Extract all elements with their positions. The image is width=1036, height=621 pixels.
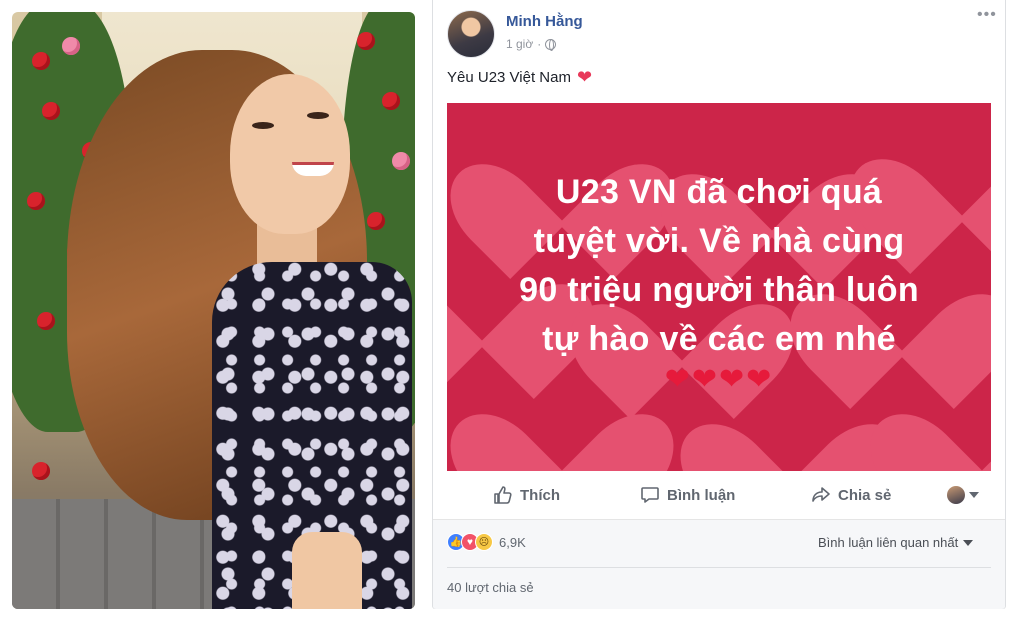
- post-message: Yêu U23 Việt Nam ❤: [447, 68, 592, 86]
- caret-down-icon: [969, 492, 979, 498]
- post-meta: 1 giờ ·: [506, 37, 557, 51]
- background-text-line: tự hào về các em nhé: [542, 320, 896, 358]
- like-button[interactable]: Thích: [493, 485, 560, 505]
- photo-rose: [392, 152, 410, 170]
- photo-rose: [367, 212, 385, 230]
- hearts-emoji-row: ❤❤❤❤: [664, 363, 774, 396]
- share-count[interactable]: 40 lượt chia sẻ: [447, 580, 534, 595]
- comment-sort-dropdown[interactable]: Bình luận liên quan nhất: [818, 535, 974, 550]
- photo-rose: [32, 52, 50, 70]
- photo-arm: [292, 532, 362, 609]
- background-text-line: U23 VN đã chơi quá: [555, 173, 883, 211]
- photo-rose: [37, 312, 55, 330]
- sad-reaction-icon: ☹: [475, 533, 493, 551]
- meta-separator: ·: [537, 37, 542, 51]
- thumbs-up-icon: [494, 486, 512, 504]
- photo-rose: [382, 92, 400, 110]
- share-arrow-icon: [812, 487, 830, 502]
- photo-eye: [252, 122, 274, 129]
- photo-face: [230, 74, 350, 234]
- like-label: Thích: [520, 486, 560, 504]
- post-actions-bar: Thích Bình luận Chia sẻ: [447, 478, 991, 512]
- globe-icon[interactable]: [545, 38, 557, 51]
- reactions-summary[interactable]: 👍 ♥ ☹ 6,9K: [447, 533, 526, 551]
- photo-rose: [62, 37, 80, 55]
- background-post-text: U23 VN đã chơi quá tuyệt vời. Về nhà cùn…: [447, 168, 991, 364]
- profile-photo: [12, 12, 415, 609]
- author-avatar[interactable]: [447, 10, 495, 58]
- author-name[interactable]: Minh Hằng: [506, 13, 583, 30]
- viewer-avatar: [947, 486, 965, 504]
- background-text-line: tuyệt vời. Về nhà cùng: [533, 222, 905, 260]
- post-message-text: Yêu U23 Việt Nam: [447, 68, 571, 86]
- caret-down-icon: [963, 539, 974, 546]
- reaction-count: 6,9K: [499, 534, 526, 550]
- comment-label: Bình luận: [667, 486, 736, 504]
- comment-sort-label: Bình luận liên quan nhất: [818, 535, 959, 550]
- photo-rose: [357, 32, 375, 50]
- post-as-selector[interactable]: [947, 486, 979, 504]
- photo-rose: [42, 102, 60, 120]
- share-label: Chia sẻ: [838, 486, 892, 504]
- more-options-icon[interactable]: •••: [977, 6, 997, 24]
- photo-eye: [307, 112, 329, 119]
- post-time[interactable]: 1 giờ: [506, 37, 533, 51]
- heart-emoji-icon: ❤: [576, 67, 593, 87]
- stats-divider: [447, 567, 991, 568]
- photo-rose: [32, 462, 50, 480]
- comment-bubble-icon: [641, 487, 659, 503]
- photo-rose: [27, 192, 45, 210]
- comment-button[interactable]: Bình luận: [640, 485, 735, 505]
- background-text-line: 90 triệu người thân luôn: [519, 271, 919, 309]
- share-button[interactable]: Chia sẻ: [811, 485, 891, 505]
